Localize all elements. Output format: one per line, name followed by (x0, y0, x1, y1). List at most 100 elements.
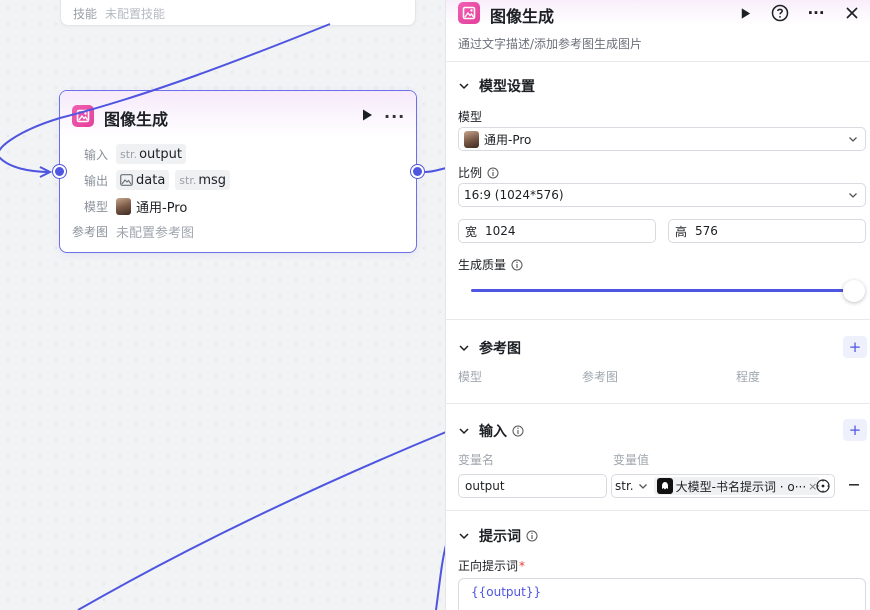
model-select[interactable]: 通用-Pro (458, 127, 866, 151)
model-avatar (464, 130, 479, 148)
positive-prompt-value: {{output}} (471, 585, 542, 599)
model-select-value: 通用-Pro (484, 132, 532, 147)
skill-row: 技能 未配置技能 (73, 5, 165, 22)
run-icon[interactable] (736, 4, 754, 22)
type-select-value: str. (615, 479, 634, 493)
llm-node-icon (656, 478, 673, 494)
add-input-button[interactable]: + (843, 419, 867, 441)
var-name: data (136, 172, 166, 188)
input-section: 输入 + 变量名 变量值 output str. 大模型-书名提示词 · o··… (446, 404, 870, 511)
image-generation-node[interactable]: 图像生成 ··· 输入 str. output 输出 data str. msg 模… (59, 90, 417, 253)
column-header: 参考图 (582, 370, 619, 384)
node-reference-row: 参考图 未配置参考图 (60, 221, 194, 241)
model-field-label: 模型 (458, 110, 483, 124)
chevron-down-icon (459, 345, 469, 352)
variable-picker-icon[interactable] (816, 479, 830, 496)
ratio-select-value: 16:9 (1024*576) (464, 188, 564, 202)
node-model-row: 模型 通用-Pro (60, 196, 187, 216)
node-input-port[interactable] (53, 165, 66, 178)
section-header[interactable]: 提示词 (458, 526, 538, 546)
section-header[interactable]: 参考图 (458, 338, 521, 358)
image-generation-icon (72, 105, 94, 127)
variable-value-field[interactable]: str. 大模型-书名提示词 · o··· × (611, 474, 835, 498)
info-icon (512, 425, 524, 437)
column-header: 程度 (736, 370, 761, 384)
model-label: 模型 (83, 199, 108, 214)
reference-section: 参考图 + 模型 参考图 程度 (446, 320, 870, 404)
var-name: msg (198, 172, 227, 188)
var-name: output (139, 146, 182, 162)
node-input-row: 输入 str. output (60, 144, 192, 164)
node-header: 图像生成 ··· (60, 91, 416, 137)
section-title: 模型设置 (479, 79, 535, 95)
add-reference-button[interactable]: + (843, 336, 867, 358)
input-label: 输入 (83, 147, 108, 162)
help-icon[interactable] (771, 4, 789, 22)
ratio-select[interactable]: 16:9 (1024*576) (458, 183, 866, 207)
section-header[interactable]: 模型设置 (458, 76, 535, 96)
model-settings-section: 模型设置 模型 通用-Pro 比例 16:9 (1024*576) 宽 1024… (446, 62, 870, 320)
section-title: 提示词 (479, 529, 521, 545)
model-avatar (116, 197, 131, 215)
skill-value: 未配置技能 (105, 7, 166, 21)
reference-tag[interactable]: 大模型-书名提示词 · o··· × (653, 477, 821, 495)
node-output-port[interactable] (411, 165, 424, 178)
var-type: str. (179, 173, 197, 187)
width-input[interactable]: 宽 1024 (458, 219, 656, 243)
node-output-row: 输出 data str. msg (60, 170, 236, 190)
column-header: 模型 (458, 370, 483, 384)
quality-slider-handle[interactable] (843, 280, 865, 302)
output-label: 输出 (83, 173, 108, 188)
height-input[interactable]: 高 576 (668, 219, 866, 243)
more-icon[interactable]: ··· (384, 107, 405, 126)
positive-prompt-label-text: 正向提示词 (458, 559, 519, 573)
width-prefix: 宽 (465, 224, 478, 239)
var-type: str. (120, 147, 138, 161)
panel-title: 图像生成 (490, 7, 555, 26)
ratio-field-label: 比例 (458, 164, 499, 181)
remove-row-icon[interactable] (849, 478, 861, 492)
type-select[interactable]: str. (615, 479, 648, 493)
workflow-canvas[interactable]: 技能 未配置技能 图像生成 ··· 输入 str. output 输出 data s… (0, 0, 445, 610)
output-var-tag: str. msg (175, 170, 231, 190)
panel-description: 通过文字描述/添加参考图生成图片 (458, 37, 643, 51)
more-icon[interactable]: ··· (807, 4, 825, 22)
height-prefix: 高 (675, 224, 688, 239)
required-mark: * (519, 558, 526, 573)
reference-tag-text: 大模型-书名提示词 · o··· (675, 479, 807, 494)
positive-prompt-label: 正向提示词 * (458, 557, 525, 574)
image-generation-icon (458, 2, 480, 24)
model-value: 通用-Pro (136, 200, 188, 216)
variable-name-input[interactable]: output (458, 474, 607, 498)
positive-prompt-input[interactable]: {{output}} (458, 578, 866, 610)
quality-field-label: 生成质量 (458, 256, 523, 273)
chevron-down-icon (459, 83, 469, 90)
chevron-down-icon (849, 137, 857, 142)
column-header: 变量值 (613, 453, 650, 467)
quality-slider-track[interactable] (471, 289, 856, 292)
close-icon[interactable] (843, 4, 861, 22)
previous-node-card[interactable]: 技能 未配置技能 (60, 0, 416, 26)
column-header: 变量名 (458, 453, 495, 467)
quality-label-text: 生成质量 (458, 258, 507, 272)
node-title: 图像生成 (104, 110, 169, 129)
height-value: 576 (695, 224, 718, 238)
chevron-down-icon (849, 193, 857, 198)
ratio-label-text: 比例 (458, 166, 483, 180)
section-title: 输入 (479, 424, 507, 440)
input-var-tag: str. output (116, 144, 186, 164)
variable-name-value: output (465, 479, 505, 493)
info-icon (511, 259, 523, 270)
output-var-tag: data (116, 170, 170, 190)
info-icon (526, 530, 538, 542)
section-header[interactable]: 输入 (458, 421, 524, 441)
reference-value: 未配置参考图 (116, 225, 195, 241)
panel-header: 图像生成 ··· 通过文字描述/添加参考图生成图片 (446, 0, 870, 62)
width-value: 1024 (485, 224, 516, 238)
section-title: 参考图 (479, 341, 521, 357)
chevron-down-icon (638, 484, 647, 489)
info-icon (487, 167, 499, 178)
run-icon[interactable] (360, 108, 374, 122)
image-icon (120, 174, 133, 186)
skill-label: 技能 (73, 7, 98, 21)
